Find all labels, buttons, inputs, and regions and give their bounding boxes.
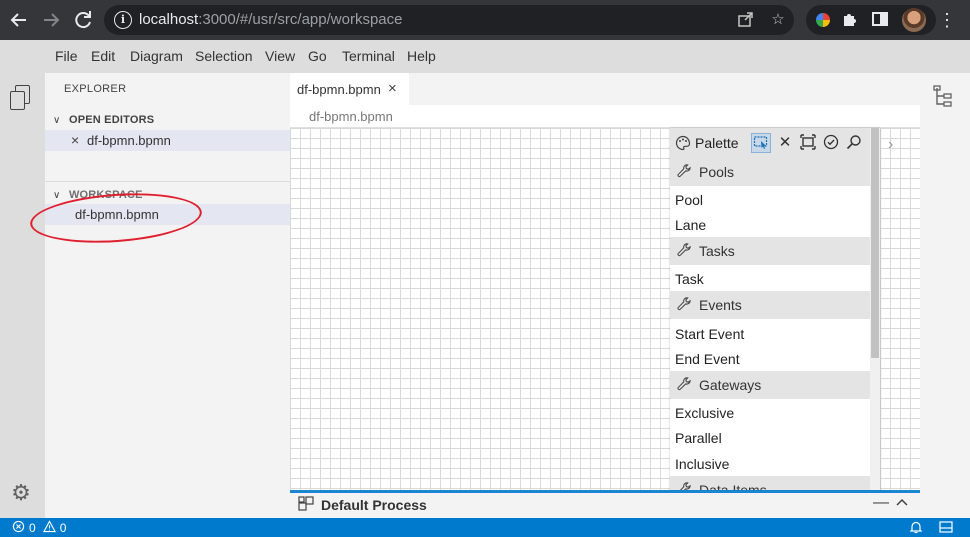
activity-bar: ⚙ bbox=[0, 73, 45, 518]
palette-group-label: Gateways bbox=[699, 377, 762, 393]
tab-label: df-bpmn.bpmn bbox=[297, 82, 381, 97]
layout-panel-icon[interactable] bbox=[939, 520, 953, 537]
extension-icon[interactable] bbox=[814, 11, 832, 29]
palette-item-exclusive[interactable]: Exclusive bbox=[675, 405, 734, 421]
right-sidebar bbox=[920, 73, 970, 518]
back-arrow-icon[interactable] bbox=[7, 8, 31, 32]
breadcrumb-item[interactable]: df-bpmn.bpmn bbox=[309, 109, 393, 124]
palette-icon bbox=[675, 135, 691, 154]
sidepanel-icon[interactable] bbox=[870, 10, 890, 30]
share-icon[interactable] bbox=[736, 10, 756, 30]
scrollbar-thumb[interactable] bbox=[871, 128, 879, 358]
menu-bar: File Edit Diagram Selection View Go Term… bbox=[0, 40, 970, 73]
bookmark-star-icon[interactable]: ☆ bbox=[768, 10, 788, 30]
menu-help[interactable]: Help bbox=[407, 48, 436, 64]
search-icon[interactable] bbox=[845, 134, 863, 152]
palette-item-pool[interactable]: Pool bbox=[675, 192, 703, 208]
wrench-icon bbox=[677, 243, 692, 261]
tool-palette: Palette ✕ Pools Pool Lane Tasks Task Eve… bbox=[670, 128, 880, 491]
palette-group-data-items[interactable]: Data Items bbox=[670, 476, 870, 491]
palette-title: Palette bbox=[695, 135, 739, 151]
palette-header: Palette ✕ bbox=[670, 128, 870, 158]
menu-go[interactable]: Go bbox=[308, 48, 327, 64]
wrench-icon bbox=[677, 297, 692, 315]
problems-indicator[interactable]: 0 0 bbox=[12, 520, 66, 536]
tab-df-bpmn[interactable]: df-bpmn.bpmn × bbox=[290, 73, 409, 105]
palette-group-pools[interactable]: Pools bbox=[670, 158, 870, 186]
palette-group-label: Tasks bbox=[699, 243, 735, 259]
select-pointer-icon[interactable] bbox=[751, 133, 771, 153]
close-icon[interactable]: × bbox=[388, 80, 397, 97]
open-editors-header[interactable]: ∨ OPEN EDITORS bbox=[53, 111, 154, 126]
minimize-icon[interactable]: — bbox=[873, 494, 889, 512]
extensions-area bbox=[806, 5, 936, 35]
palette-item-parallel[interactable]: Parallel bbox=[675, 430, 722, 446]
files-icon[interactable] bbox=[9, 85, 31, 111]
palette-group-tasks[interactable]: Tasks bbox=[670, 237, 870, 265]
palette-item-start-event[interactable]: Start Event bbox=[675, 326, 744, 342]
open-editor-filename: df-bpmn.bpmn bbox=[87, 133, 171, 148]
outline-tree-icon[interactable] bbox=[933, 85, 955, 110]
browser-toolbar: i localhost:3000/#/usr/src/app/workspace… bbox=[0, 0, 970, 40]
palette-scrollbar[interactable] bbox=[870, 128, 880, 491]
status-bar: 0 0 bbox=[0, 518, 970, 537]
fit-view-icon[interactable] bbox=[799, 134, 817, 152]
error-icon bbox=[12, 520, 25, 536]
puzzle-icon[interactable] bbox=[840, 10, 860, 30]
process-icon bbox=[298, 496, 314, 515]
editor-tab-bar: df-bpmn.bpmn × bbox=[290, 73, 920, 105]
reload-icon[interactable] bbox=[71, 8, 95, 32]
site-info-icon[interactable]: i bbox=[114, 11, 132, 29]
warning-count: 0 bbox=[59, 521, 67, 535]
url-host: localhost bbox=[139, 11, 199, 28]
bottom-panel: Default Process — bbox=[290, 490, 920, 518]
palette-item-end-event[interactable]: End Event bbox=[675, 351, 740, 367]
open-editor-item[interactable]: × df-bpmn.bpmn bbox=[45, 130, 290, 151]
panel-title: Default Process bbox=[321, 497, 427, 513]
section-divider bbox=[45, 181, 290, 182]
chevron-down-icon: ∨ bbox=[53, 190, 61, 201]
open-editors-label: OPEN EDITORS bbox=[68, 114, 155, 126]
menu-edit[interactable]: Edit bbox=[91, 48, 115, 64]
avatar[interactable] bbox=[902, 8, 926, 32]
notification-bell-icon[interactable] bbox=[909, 520, 923, 537]
gear-icon[interactable]: ⚙ bbox=[9, 481, 33, 505]
palette-group-events[interactable]: Events bbox=[670, 291, 870, 319]
forward-arrow-icon[interactable] bbox=[39, 8, 63, 32]
palette-item-task[interactable]: Task bbox=[675, 271, 704, 287]
url-path: :3000/#/usr/src/app/workspace bbox=[198, 11, 403, 28]
palette-item-inclusive[interactable]: Inclusive bbox=[675, 456, 729, 472]
palette-item-lane[interactable]: Lane bbox=[675, 217, 706, 233]
url-text[interactable]: localhost:3000/#/usr/src/app/workspace bbox=[139, 11, 402, 28]
chevron-up-icon[interactable] bbox=[895, 495, 909, 512]
palette-group-label: Pools bbox=[699, 164, 735, 180]
explorer-title: EXPLORER bbox=[64, 83, 127, 95]
menu-file[interactable]: File bbox=[55, 48, 78, 64]
kebab-menu-icon[interactable]: ⋮ bbox=[938, 8, 956, 32]
validate-check-icon[interactable] bbox=[822, 134, 840, 152]
close-icon[interactable]: × bbox=[71, 132, 79, 148]
address-bar[interactable]: i localhost:3000/#/usr/src/app/workspace… bbox=[104, 5, 794, 35]
breadcrumb: df-bpmn.bpmn bbox=[290, 105, 920, 127]
warning-icon bbox=[42, 520, 56, 536]
chevron-right-icon[interactable]: › bbox=[888, 136, 893, 154]
explorer-sidebar: EXPLORER ∨ OPEN EDITORS × df-bpmn.bpmn ∨… bbox=[45, 73, 290, 518]
error-count: 0 bbox=[29, 521, 36, 535]
wrench-icon bbox=[677, 164, 692, 182]
palette-group-gateways[interactable]: Gateways bbox=[670, 371, 870, 399]
chevron-down-icon: ∨ bbox=[53, 115, 61, 126]
menu-diagram[interactable]: Diagram bbox=[130, 48, 183, 64]
palette-group-label: Events bbox=[699, 297, 742, 313]
menu-view[interactable]: View bbox=[265, 48, 295, 64]
menu-terminal[interactable]: Terminal bbox=[342, 48, 395, 64]
wrench-icon bbox=[677, 377, 692, 395]
menu-selection[interactable]: Selection bbox=[195, 48, 253, 64]
delete-icon[interactable]: ✕ bbox=[776, 134, 794, 152]
